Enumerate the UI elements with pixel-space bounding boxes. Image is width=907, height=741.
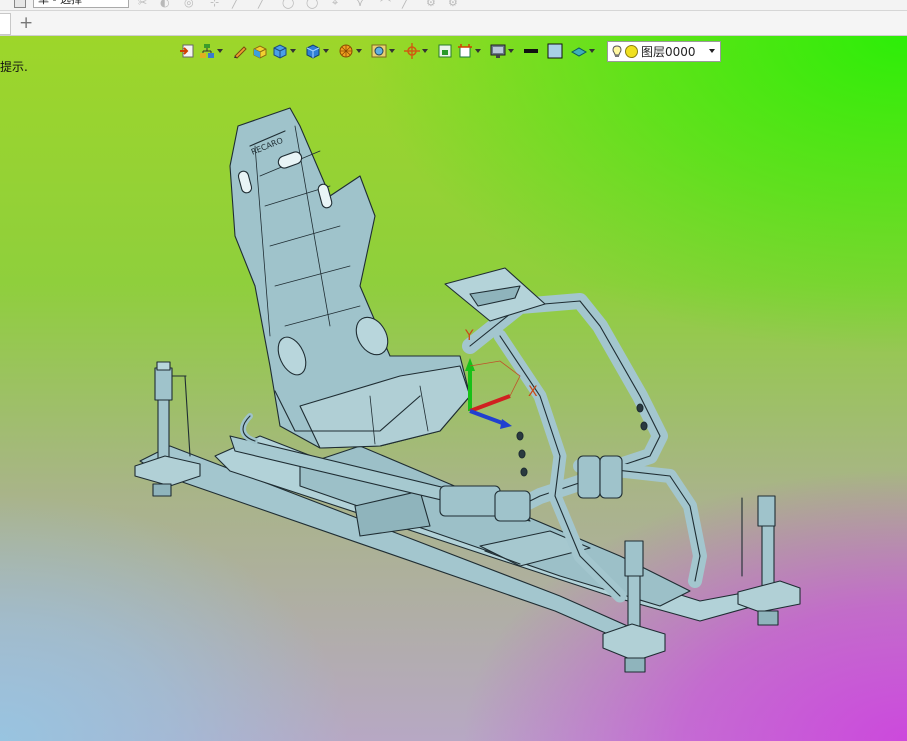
svg-text:X: X	[528, 384, 538, 400]
post-left	[134, 361, 201, 497]
ghost-icon[interactable]: ◯	[306, 0, 318, 9]
ghost-icon[interactable]: ╱	[402, 0, 409, 9]
sim-rig-model[interactable]: RECARO X Y	[0, 36, 907, 741]
3d-viewport[interactable]: 提示. 图层0000 RECARO X Y	[0, 36, 907, 741]
top-toolbar: 单 - 选择 ✂ ◐ ◎ ⊹ ╱ ╱ ◯ ◯ ⌖ ⋎ ⌒ ╱ ⚙ ⚙	[0, 0, 907, 11]
ghost-icon[interactable]: ⌒	[380, 0, 391, 10]
mode-icon[interactable]	[14, 0, 26, 8]
ghost-icon[interactable]: ◐	[160, 0, 170, 9]
ghost-icon[interactable]: ◎	[184, 0, 194, 9]
ghost-icon[interactable]: ⊹	[210, 0, 219, 9]
ghost-icon[interactable]: ⌖	[332, 0, 338, 10]
ghost-icon[interactable]: ⚙	[448, 0, 458, 9]
document-tab[interactable]	[0, 13, 11, 35]
selection-filter-combo[interactable]: 单 - 选择	[33, 0, 129, 8]
svg-text:Y: Y	[464, 328, 474, 344]
ghost-icon[interactable]: ⋎	[356, 0, 364, 9]
ghost-icon[interactable]: ╱	[232, 0, 239, 9]
document-tab-bar: +	[0, 11, 907, 36]
ghost-icon[interactable]: ⚙	[426, 0, 436, 9]
ghost-icon[interactable]: ✂	[138, 0, 147, 9]
ghost-icon[interactable]: ◯	[282, 0, 294, 9]
add-tab-icon[interactable]: +	[19, 11, 33, 35]
ghost-icon[interactable]: ╱	[258, 0, 265, 9]
post-right	[737, 495, 801, 626]
